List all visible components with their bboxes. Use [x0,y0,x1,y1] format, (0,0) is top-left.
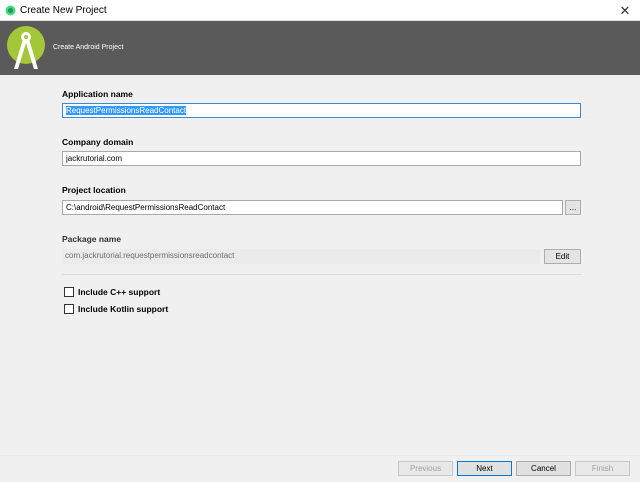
window-titlebar: Create New Project ✕ [0,0,640,21]
include-cpp-label: Include C++ support [78,287,161,297]
include-kotlin-option[interactable]: Include Kotlin support [64,304,168,314]
company-domain-input[interactable]: jackrutorial.com [62,151,581,166]
project-location-label: Project location [62,185,126,195]
application-name-input[interactable]: RequestPermissionsReadContact [62,103,581,118]
wizard-content: Application name RequestPermissionsReadC… [0,75,640,455]
include-cpp-checkbox[interactable] [64,287,74,297]
application-name-value: RequestPermissionsReadContact [66,106,187,115]
include-kotlin-checkbox[interactable] [64,304,74,314]
application-name-label: Application name [62,89,133,99]
package-name-value: com.jackrutorial.requestpermissionsreadc… [62,249,540,264]
browse-location-button[interactable]: ... [565,200,581,215]
package-name-label: Package name [62,234,122,244]
previous-button[interactable]: Previous [398,461,453,476]
project-location-input[interactable]: C:\android\RequestPermissionsReadContact [62,200,563,215]
wizard-header: Create Android Project [0,21,640,75]
wizard-footer: Previous Next Cancel Finish [0,455,640,482]
header-title: Create Android Project [53,44,124,51]
finish-button[interactable]: Finish [575,461,630,476]
cancel-button[interactable]: Cancel [516,461,571,476]
android-studio-app-icon [5,5,16,16]
edit-package-button[interactable]: Edit [544,249,581,264]
next-button[interactable]: Next [457,461,512,476]
company-domain-label: Company domain [62,137,134,147]
android-studio-logo-icon [7,26,45,69]
include-kotlin-label: Include Kotlin support [78,304,169,314]
separator [62,274,581,275]
include-cpp-option[interactable]: Include C++ support [64,287,160,297]
window-title: Create New Project [20,5,107,16]
close-icon[interactable]: ✕ [610,0,640,21]
